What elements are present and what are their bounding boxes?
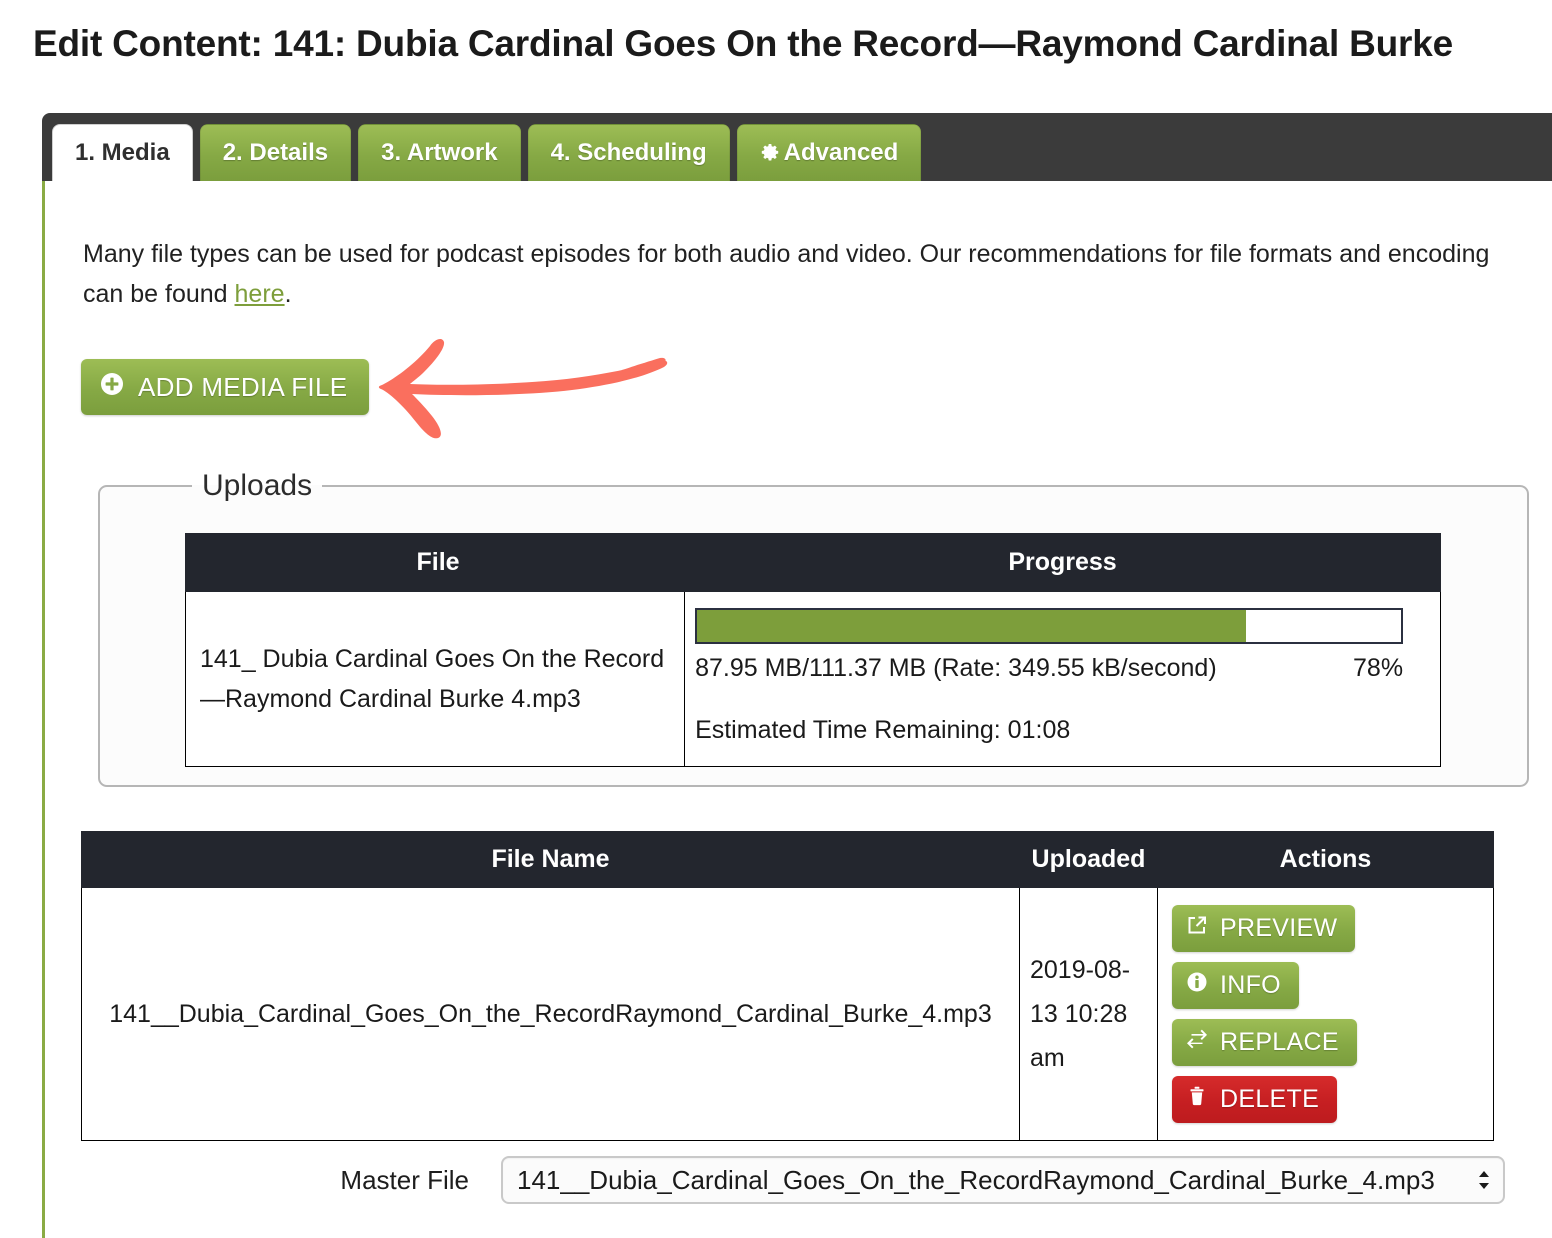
edit-content-page: Edit Content: 141: Dubia Cardinal Goes O… [0, 0, 1552, 1238]
upload-file-name: 141_ Dubia Cardinal Goes On the Record—R… [184, 591, 686, 767]
file-uploaded-cell: 2019-08-13 10:28 am [1019, 887, 1158, 1141]
intro-text: Many file types can be used for podcast … [83, 234, 1523, 314]
upload-progress-cell: 87.95 MB/111.37 MB (Rate: 349.55 kB/seco… [684, 591, 1441, 767]
file-name-cell: 141__Dubia_Cardinal_Goes_On_the_RecordRa… [81, 887, 1020, 1141]
file-actions-cell: PREVIEW INFO REPLACE DELETE [1157, 887, 1494, 1141]
external-link-icon [1186, 914, 1208, 943]
info-circle-icon [1186, 971, 1208, 1000]
intro-text-after: . [284, 280, 292, 308]
info-button-label: INFO [1220, 971, 1281, 999]
tab-media[interactable]: 1. Media [52, 124, 193, 181]
upload-progress-bar [695, 608, 1404, 644]
uploads-row: 141_ Dubia Cardinal Goes On the Record—R… [184, 591, 1441, 767]
files-col-file-name: File Name [81, 831, 1020, 888]
master-file-select[interactable]: 141__Dubia_Cardinal_Goes_On_the_RecordRa… [501, 1156, 1505, 1204]
uploads-fieldset: Uploads File Progress 141_ Dubia Cardina… [98, 469, 1529, 787]
add-media-file-label: ADD MEDIA FILE [138, 371, 348, 402]
replace-button[interactable]: REPLACE [1172, 1019, 1357, 1066]
replace-button-label: REPLACE [1220, 1028, 1339, 1056]
tab-artwork-label: 3. Artwork [381, 139, 498, 166]
info-button[interactable]: INFO [1172, 962, 1299, 1009]
uploads-header-row: File Progress [184, 533, 1441, 592]
preview-button[interactable]: PREVIEW [1172, 905, 1356, 952]
tab-scheduling-label: 4. Scheduling [550, 139, 707, 166]
preview-button-label: PREVIEW [1220, 914, 1338, 942]
delete-button-label: DELETE [1220, 1085, 1320, 1113]
uploads-col-file: File [184, 533, 686, 592]
media-files-table: File Name Uploaded Actions 141__Dubia_Ca… [81, 831, 1494, 1141]
page-title: Edit Content: 141: Dubia Cardinal Goes O… [33, 23, 1453, 64]
uploads-col-progress: Progress [684, 533, 1441, 592]
upload-progress-stats-line: 87.95 MB/111.37 MB (Rate: 349.55 kB/seco… [695, 648, 1403, 688]
media-tab-panel: Many file types can be used for podcast … [42, 181, 1552, 1238]
tab-advanced[interactable]: Advanced [736, 124, 922, 181]
upload-eta: Estimated Time Remaining: 01:08 [695, 716, 1071, 744]
chevron-updown-icon [1477, 1169, 1491, 1191]
master-file-selected-value: 141__Dubia_Cardinal_Goes_On_the_RecordRa… [517, 1164, 1435, 1195]
tab-details-label: 2. Details [222, 139, 329, 166]
master-file-label: Master File [340, 1164, 469, 1195]
upload-progress-stats: 87.95 MB/111.37 MB (Rate: 349.55 kB/seco… [695, 654, 1217, 682]
plus-circle-icon [99, 371, 125, 404]
tab-artwork[interactable]: 3. Artwork [358, 124, 521, 181]
tab-media-label: 1. Media [75, 139, 170, 166]
intro-text-before: Many file types can be used for podcast … [83, 240, 1490, 308]
uploads-table: File Progress 141_ Dubia Cardinal Goes O… [184, 533, 1441, 767]
table-row: 141__Dubia_Cardinal_Goes_On_the_RecordRa… [81, 887, 1494, 1141]
upload-progress-bar-fill [697, 610, 1247, 642]
tab-strip: 1. Media 2. Details 3. Artwork 4. Schedu… [42, 113, 1552, 181]
recommendations-link[interactable]: here [235, 280, 285, 308]
tab-scheduling[interactable]: 4. Scheduling [527, 124, 730, 181]
tab-details[interactable]: 2. Details [199, 124, 352, 181]
swap-arrows-icon [1186, 1028, 1208, 1057]
uploads-legend: Uploads [202, 469, 313, 502]
files-col-uploaded: Uploaded [1019, 831, 1158, 888]
files-col-actions: Actions [1157, 831, 1494, 888]
trash-icon [1186, 1085, 1208, 1114]
gear-icon [760, 143, 780, 163]
master-file-row: Master File 141__Dubia_Cardinal_Goes_On_… [81, 1156, 1505, 1204]
upload-progress-percent: 78% [1353, 654, 1404, 682]
add-media-file-button[interactable]: ADD MEDIA FILE [81, 359, 370, 415]
files-header-row: File Name Uploaded Actions [81, 831, 1494, 888]
tab-advanced-label: Advanced [783, 139, 899, 166]
delete-button[interactable]: DELETE [1172, 1076, 1338, 1123]
